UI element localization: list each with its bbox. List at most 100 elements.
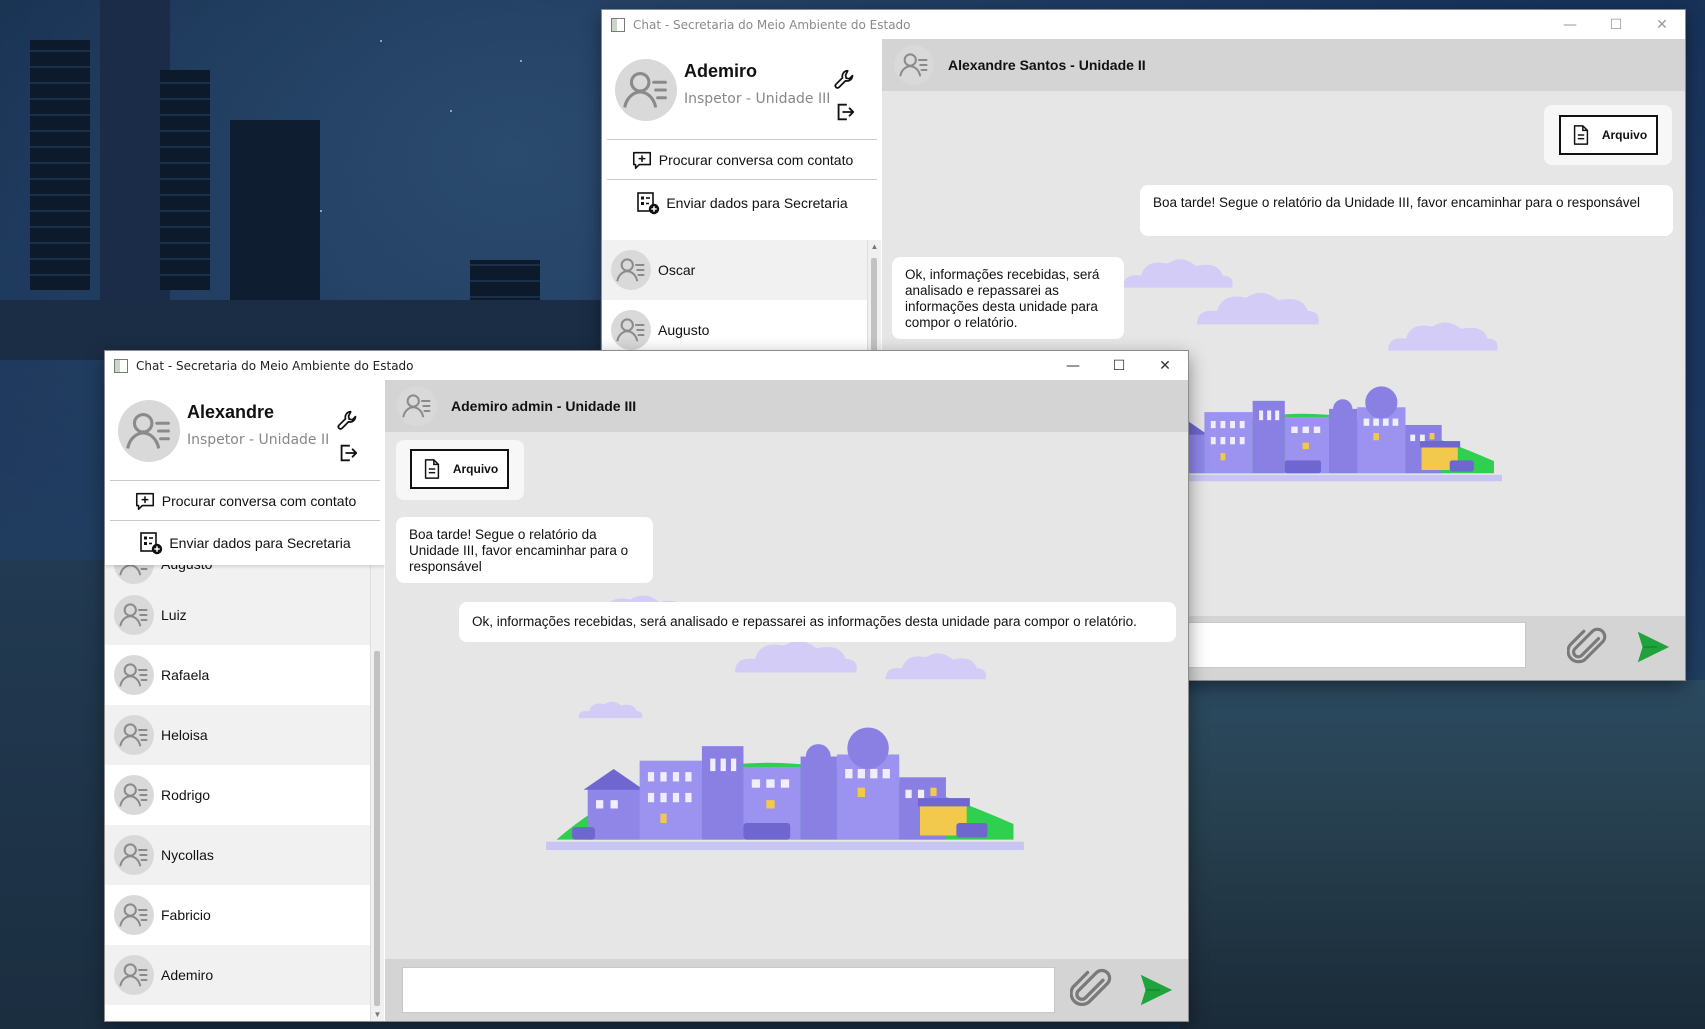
message-composer [385, 959, 1188, 1021]
contact-name: Fabricio [161, 907, 211, 923]
user-name: Ademiro [684, 61, 758, 81]
contact-item[interactable]: Rafaela [105, 645, 370, 705]
data-send-icon [139, 531, 163, 555]
contact-item[interactable]: Luiz [105, 585, 370, 645]
scroll-down-arrow-icon[interactable]: ▼ [372, 1010, 383, 1019]
chat-plus-icon [631, 149, 653, 171]
send-data-label: Enviar dados para Secretaria [169, 535, 351, 551]
left-panel: Augusto Luiz Rafaela Heloisa Rodrigo [105, 380, 385, 1021]
contact-list-scrollbar[interactable]: ▲ ▼ [370, 555, 384, 1021]
city-illustration [545, 715, 1025, 850]
cloud-illustration [880, 648, 990, 682]
contact-avatar-icon [611, 310, 651, 350]
contact-list: Augusto Luiz Rafaela Heloisa Rodrigo [105, 555, 370, 1021]
send-arrow-icon[interactable] [1634, 628, 1672, 666]
title-bar[interactable]: Chat - Secretaria do Meio Ambiente do Es… [105, 351, 1188, 380]
document-icon [1570, 123, 1592, 147]
maximize-button[interactable]: ☐ [1096, 351, 1142, 380]
contact-name: Heloisa [161, 727, 208, 743]
file-label: Arquivo [1601, 128, 1648, 142]
contact-avatar-icon [114, 775, 154, 815]
file-attachment-button[interactable]: Arquivo [410, 449, 509, 489]
background-building [30, 40, 90, 290]
received-message: Ok, informações recebidas, será analisad… [892, 257, 1124, 339]
contact-item[interactable]: Heloisa [105, 705, 370, 765]
chat-area: Ademiro admin - Unidade III Arquivo Boa … [385, 380, 1188, 1021]
minimize-button[interactable]: — [1547, 10, 1593, 39]
contact-item[interactable]: Fabricio [105, 885, 370, 945]
logout-icon[interactable] [337, 442, 359, 464]
paperclip-icon[interactable] [1070, 967, 1114, 1011]
contact-avatar-icon [114, 655, 154, 695]
close-button[interactable]: ✕ [1142, 351, 1188, 380]
contact-avatar-icon [114, 715, 154, 755]
cloud-illustration [1382, 317, 1502, 353]
app-icon [114, 358, 128, 373]
background-star [450, 110, 452, 112]
background-street [1180, 680, 1705, 1029]
contact-name: Ademiro [161, 967, 214, 983]
close-button[interactable]: ✕ [1639, 10, 1685, 39]
chat-window-alexandre: Chat - Secretaria do Meio Ambiente do Es… [105, 351, 1188, 1021]
send-arrow-icon[interactable] [1137, 971, 1175, 1009]
chat-header: Ademiro admin - Unidade III [385, 380, 1188, 432]
user-avatar-icon [118, 400, 180, 462]
contact-avatar-icon [114, 835, 154, 875]
contact-name: Oscar [658, 262, 696, 278]
send-data-button[interactable]: Enviar dados para Secretaria [607, 179, 877, 226]
search-conversation-button[interactable]: Procurar conversa com contato [607, 139, 877, 179]
background-building [160, 70, 210, 290]
user-role: Inspetor - Unidade II [187, 432, 330, 448]
paperclip-icon[interactable] [1567, 626, 1609, 668]
contact-name: Rafaela [161, 667, 210, 683]
contact-name: Rodrigo [161, 787, 211, 803]
message-input[interactable] [402, 967, 1055, 1013]
contact-item[interactable]: Rodrigo [105, 765, 370, 825]
window-title: Chat - Secretaria do Meio Ambiente do Es… [633, 17, 911, 32]
background-star [380, 40, 382, 42]
logout-icon[interactable] [834, 101, 856, 123]
search-conversation-label: Procurar conversa com contato [161, 492, 357, 509]
contact-avatar-icon [611, 250, 651, 290]
send-data-button[interactable]: Enviar dados para Secretaria [110, 520, 380, 565]
profile-header: Alexandre Inspetor - Unidade II Procurar… [105, 380, 385, 565]
chat-plus-icon [134, 490, 156, 512]
maximize-button[interactable]: ☐ [1593, 10, 1639, 39]
contact-name: Luiz [161, 607, 187, 623]
contact-name: Augusto [658, 322, 710, 338]
wrench-icon[interactable] [335, 408, 361, 434]
file-message-bubble: Arquivo [396, 440, 524, 500]
title-bar[interactable]: Chat - Secretaria do Meio Ambiente do Es… [602, 10, 1685, 39]
chat-header: Alexandre Santos - Unidade II [882, 39, 1685, 91]
contact-avatar-icon [114, 895, 154, 935]
contact-item[interactable]: Ademiro [105, 945, 370, 1005]
contact-avatar-icon [114, 955, 154, 995]
file-attachment-button[interactable]: Arquivo [1559, 115, 1658, 155]
document-icon [421, 457, 443, 481]
window-title: Chat - Secretaria do Meio Ambiente do Es… [136, 358, 414, 373]
background-star [320, 210, 322, 212]
contact-item[interactable]: Oscar [602, 240, 867, 300]
user-avatar-icon [615, 59, 677, 121]
search-conversation-label: Procurar conversa com contato [658, 151, 854, 168]
user-name: Alexandre [187, 402, 275, 422]
sent-message: Boa tarde! Segue o relatório da Unidade … [1140, 185, 1673, 236]
file-message-bubble: Arquivo [1544, 105, 1672, 165]
contact-item[interactable]: Nycollas [105, 825, 370, 885]
scrollbar-thumb[interactable] [374, 651, 380, 1006]
minimize-button[interactable]: — [1050, 351, 1096, 380]
chat-contact-name: Ademiro admin - Unidade III [451, 398, 637, 414]
cloud-illustration [1182, 287, 1332, 327]
file-label: Arquivo [452, 462, 499, 476]
background-building [230, 120, 320, 320]
scroll-up-arrow-icon[interactable]: ▲ [869, 242, 880, 251]
user-profile: Alexandre Inspetor - Unidade II [105, 380, 385, 480]
data-send-icon [636, 191, 660, 215]
contact-avatar-icon [114, 595, 154, 635]
send-data-label: Enviar dados para Secretaria [666, 195, 848, 211]
search-conversation-button[interactable]: Procurar conversa com contato [110, 480, 380, 520]
app-icon [611, 17, 625, 32]
background-star [520, 60, 522, 62]
wrench-icon[interactable] [832, 67, 858, 93]
chat-contact-name: Alexandre Santos - Unidade II [948, 57, 1146, 73]
